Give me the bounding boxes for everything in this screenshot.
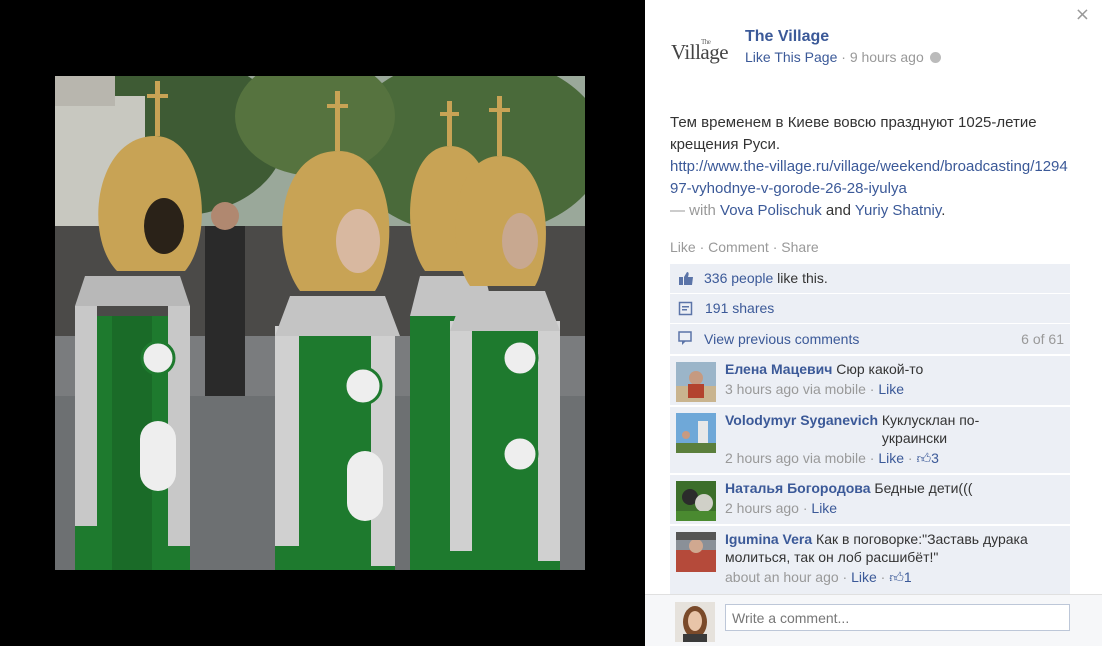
avatar[interactable]: [676, 532, 716, 572]
page-logo-small: The: [701, 38, 711, 46]
likes-count-link[interactable]: 336 people: [704, 270, 773, 286]
page-meta: Like This Page · 9 hours ago: [745, 49, 941, 65]
post-actions: Like · Comment · Share: [670, 239, 819, 255]
avatar: [675, 602, 715, 642]
avatar[interactable]: [676, 362, 716, 402]
thumbs-up-icon: 👍︎: [916, 451, 932, 467]
post-panel: × The Village The Village Like This Page…: [645, 0, 1102, 646]
comment-text: Сюр какой-то: [836, 361, 924, 377]
photo-image: [55, 76, 585, 570]
action-separator: ·: [699, 239, 705, 255]
photo-stage: [0, 0, 645, 646]
post-period: .: [941, 202, 946, 219]
comment-item: Volodymyr Syganevich Куклусклан по-украи…: [670, 406, 1070, 473]
avatar[interactable]: [676, 413, 716, 453]
close-icon[interactable]: ×: [1075, 4, 1090, 25]
comment-likes-count[interactable]: 👍︎1: [889, 569, 912, 586]
share-icon: [678, 301, 693, 316]
post-time[interactable]: 9 hours ago: [850, 49, 924, 65]
view-previous-comments-link[interactable]: View previous comments: [704, 331, 859, 347]
likes-text: like this.: [773, 270, 828, 286]
likes-summary: 336 people like this.: [670, 264, 1070, 293]
comment-author[interactable]: Елена Мацевич: [725, 361, 832, 377]
tagged-user-2[interactable]: Yuriy Shatniy: [855, 202, 941, 219]
share-action[interactable]: Share: [781, 239, 818, 255]
comment-meta: 2 hours ago · Like: [725, 500, 838, 516]
comment-likes-value: 1: [903, 569, 912, 585]
comment-meta: 2 hours ago via mobile · Like · 👍︎3: [725, 450, 939, 467]
post-message: Тем временем в Киеве вовсю празднуют 102…: [670, 114, 1037, 153]
thumbs-up-icon: [679, 272, 693, 285]
page-logo-text: Village: [671, 40, 729, 64]
post-photo[interactable]: [55, 76, 585, 570]
comment-item: Igumina Vera Как в поговорке:"Заставь ду…: [670, 525, 1070, 594]
with-prefix: — with: [670, 202, 721, 219]
comment-composer: [645, 594, 1102, 646]
page-name-link[interactable]: The Village: [745, 28, 829, 46]
comments-icon: [678, 331, 692, 345]
avatar[interactable]: [676, 481, 716, 521]
shares-summary: 191 shares: [670, 294, 1070, 323]
shares-count-link[interactable]: 191 shares: [705, 300, 774, 316]
comment-like-link[interactable]: Like: [811, 500, 837, 516]
meta-separator: ·: [837, 49, 850, 65]
comment-time[interactable]: 2 hours ago: [725, 500, 799, 516]
globe-icon: [929, 52, 941, 63]
comment-author[interactable]: Наталья Богородова: [725, 480, 870, 496]
comment-body: Наталья Богородова Бедные дети((( 2 hour…: [725, 479, 1060, 517]
like-page-link[interactable]: Like This Page: [745, 49, 837, 65]
and-text: and: [821, 202, 855, 219]
comment-meta: 3 hours ago via mobile · Like: [725, 381, 905, 397]
comment-action[interactable]: Comment: [708, 239, 769, 255]
comment-text: Куклусклан по-украински: [881, 412, 980, 446]
comment-body: Volodymyr Syganevich Куклусклан по-украи…: [725, 411, 1060, 468]
comment-time[interactable]: 2 hours ago via mobile: [725, 450, 866, 466]
like-action[interactable]: Like: [670, 239, 696, 255]
action-separator: ·: [772, 239, 778, 255]
comment-input[interactable]: [725, 604, 1070, 631]
thumbs-up-icon: 👍︎: [889, 570, 904, 586]
comment-author[interactable]: Igumina Vera: [725, 531, 812, 547]
comment-author[interactable]: Volodymyr Syganevich: [725, 412, 878, 428]
view-previous-bar: View previous comments 6 of 61: [670, 324, 1070, 354]
comment-likes-value: 3: [931, 450, 939, 466]
comment-time[interactable]: 3 hours ago via mobile: [725, 381, 866, 397]
comment-like-link[interactable]: Like: [878, 450, 904, 466]
comment-likes-count[interactable]: 👍︎3: [916, 450, 939, 467]
comment-like-link[interactable]: Like: [878, 381, 904, 397]
comment-time[interactable]: about an hour ago: [725, 569, 839, 585]
comment-item: Наталья Богородова Бедные дети((( 2 hour…: [670, 474, 1070, 524]
comment-meta: about an hour ago · Like · 👍︎1: [725, 569, 912, 586]
comment-item: Елена Мацевич Сюр какой-то 3 hours ago v…: [670, 355, 1070, 405]
comment-text: Бедные дети(((: [874, 480, 973, 496]
comment-body: Igumina Vera Как в поговорке:"Заставь ду…: [725, 530, 1060, 587]
post-text: Тем временем в Киеве вовсю празднуют 102…: [670, 112, 1070, 222]
tagged-user-1[interactable]: Vova Polischuk: [720, 202, 822, 219]
post-url-link[interactable]: http://www.the-village.ru/village/weeken…: [670, 158, 1068, 197]
comment-count: 6 of 61: [1021, 331, 1064, 347]
comment-like-link[interactable]: Like: [851, 569, 877, 585]
comment-body: Елена Мацевич Сюр какой-то 3 hours ago v…: [725, 360, 1060, 398]
page-logo[interactable]: The Village: [671, 38, 733, 72]
